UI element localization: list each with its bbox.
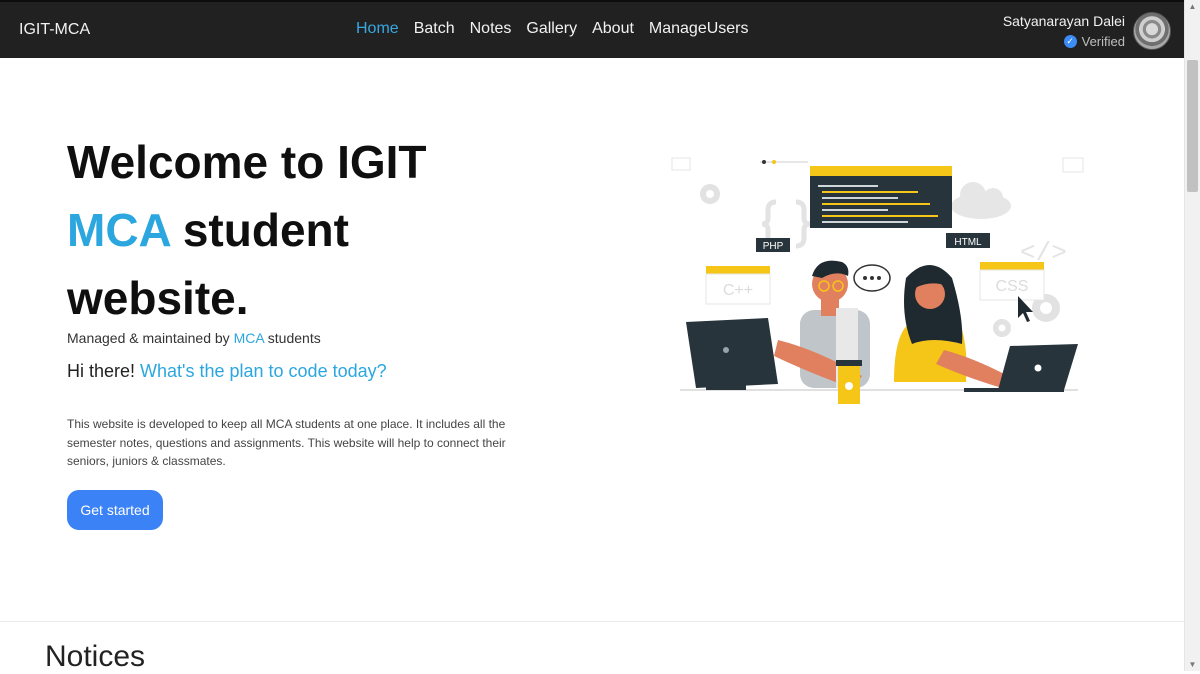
avatar[interactable] [1133,12,1171,50]
brand-logo[interactable]: IGIT-MCA [19,21,90,39]
css-window: CSS [979,262,1045,301]
speech-bubble-icon [853,264,891,292]
hero-title-line2-rest: student [170,204,349,256]
scroll-up-arrow-icon[interactable]: ▲ [1185,2,1200,11]
user-name: Satyanarayan Dalei [1002,13,1125,29]
nav-link-home[interactable]: Home [356,20,399,38]
coffee-cup-icon [836,360,862,404]
cpp-tag-label: C++ [723,282,753,299]
nav-link-gallery[interactable]: Gallery [526,20,577,38]
php-tag: PHP [756,238,790,252]
cloud-icon [951,182,1011,219]
verified-label: Verified [1081,34,1125,49]
greeting-prefix: Hi there! [67,361,141,381]
html-tag-label: HTML [954,237,982,248]
hero-title-line2: MCA student [67,196,427,264]
greeting-typed-text: What's the plan to code today? [140,361,387,381]
hero-title-accent: MCA [67,204,171,256]
top-navbar: IGIT-MCA Home Batch Notes Gallery About … [0,0,1200,58]
get-started-button[interactable]: Get started [67,490,163,530]
notices-heading: Notices [45,640,146,673]
managed-by-text: Managed & maintained by MCA students [67,330,321,346]
nav-link-notes[interactable]: Notes [470,20,512,38]
page-scrollbar[interactable]: ▲ ▼ [1184,0,1200,671]
managed-prefix: Managed & maintained by [67,330,234,346]
section-divider [0,621,1184,622]
hero-title-line3: website. [67,272,249,324]
scroll-down-arrow-icon[interactable]: ▼ [1185,660,1200,669]
nav-link-about[interactable]: About [592,20,634,38]
php-tag-label: PHP [763,241,784,252]
verified-badge: ✓ Verified [1003,34,1125,49]
nav-link-manage-users[interactable]: ManageUsers [649,20,749,38]
scrollbar-thumb[interactable] [1187,60,1198,192]
managed-suffix: students [263,330,321,346]
hero-title-line1: Welcome to IGIT [67,136,427,188]
coding-illustration: </> PHP HTML C++ CSS [671,157,1084,404]
html-tag: HTML [946,233,990,248]
user-info[interactable]: Satyanarayan Dalei ✓ Verified [1003,13,1125,49]
cpp-window: C++ [705,266,771,305]
gear-icon [700,184,720,204]
css-tag-label: CSS [996,278,1029,295]
monitor-icon [686,318,778,390]
verified-check-icon: ✓ [1063,35,1077,48]
greeting-text: Hi there! What's the plan to code today? [67,361,387,382]
hero-description: This website is developed to keep all MC… [67,417,506,468]
nav-links: Home Batch Notes Gallery About ManageUse… [356,20,749,38]
managed-accent: MCA [233,330,264,346]
code-editor-window [810,166,952,228]
hero-title: Welcome to IGIT MCA student website. [67,128,427,332]
nav-link-batch[interactable]: Batch [414,20,455,38]
